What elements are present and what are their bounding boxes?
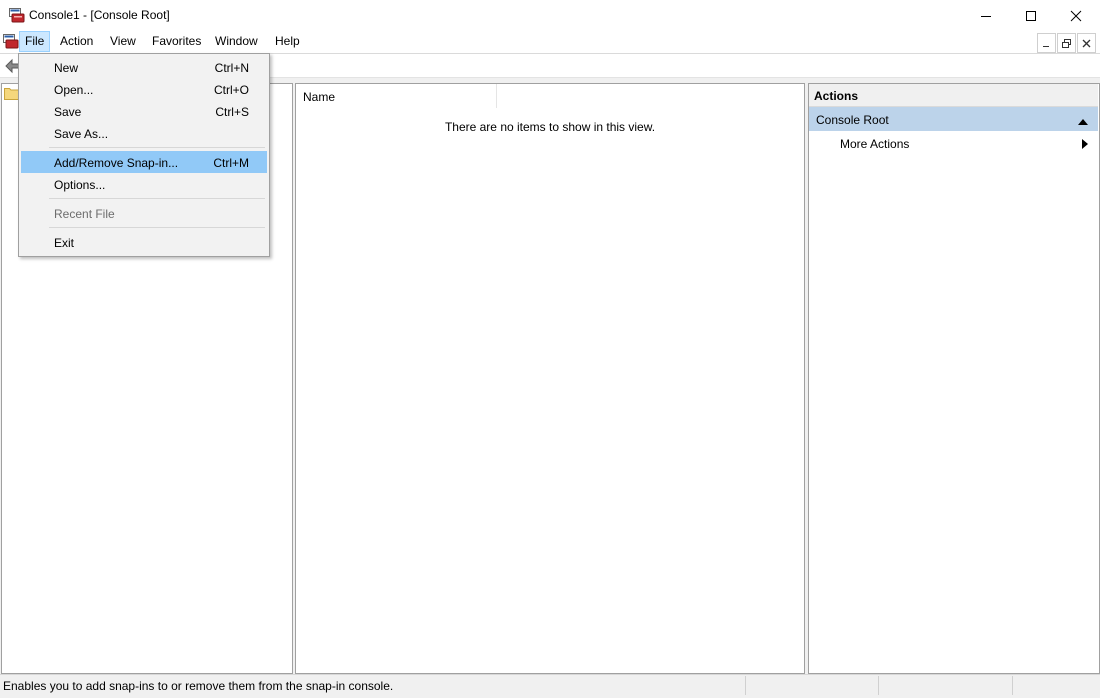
menu-item-label: Save As... [54, 127, 109, 141]
mdi-minimize-button[interactable] [1037, 33, 1056, 53]
status-text: Enables you to add snap-ins to or remove… [3, 679, 394, 693]
close-button[interactable] [1053, 0, 1099, 31]
menu-view[interactable]: View [105, 31, 141, 52]
submenu-arrow-icon[interactable] [1082, 138, 1089, 152]
menu-file[interactable]: File [19, 31, 51, 52]
menu-separator [49, 147, 265, 148]
menu-item-label: Open... [54, 83, 94, 97]
file-menu-open[interactable]: Open... Ctrl+O [21, 78, 267, 100]
menu-item-label: Options... [54, 178, 106, 192]
minimize-icon [981, 15, 991, 17]
menu-item-shortcut: Ctrl+M [213, 156, 249, 170]
menu-item-shortcut: Ctrl+O [213, 83, 249, 97]
maximize-button[interactable] [1008, 0, 1054, 31]
menu-item-shortcut: Ctrl+N [214, 61, 249, 75]
menu-favorites[interactable]: Favorites [147, 31, 206, 52]
maximize-icon [1026, 10, 1036, 21]
column-header-label: Name [303, 90, 336, 104]
menu-item-label: Recent File [54, 207, 115, 221]
file-menu-dropdown: New Ctrl+N Open... Ctrl+O Save Ctrl+S Sa… [18, 53, 270, 257]
window-title: Console1 - [Console Root] [29, 8, 170, 22]
restore-icon [1062, 38, 1071, 48]
file-menu-recent-file: Recent File [21, 202, 267, 224]
more-actions-item[interactable]: More Actions [840, 137, 909, 151]
actions-title: Actions [814, 89, 859, 103]
menu-item-label: Save [54, 105, 82, 119]
menu-separator [49, 198, 265, 199]
menu-item-label: New [54, 61, 79, 75]
close-icon [1082, 39, 1091, 47]
menu-item-label: Exit [54, 236, 75, 250]
close-icon [1070, 10, 1082, 21]
file-menu-save-as[interactable]: Save As... [21, 122, 267, 144]
actions-pane [808, 83, 1100, 674]
mmc-console-icon[interactable] [9, 8, 25, 23]
results-list-pane[interactable] [295, 83, 805, 674]
status-divider [1012, 676, 1013, 695]
file-menu-options[interactable]: Options... [21, 173, 267, 195]
menu-separator [49, 227, 265, 228]
status-divider [745, 676, 746, 695]
minimize-button[interactable] [963, 0, 1009, 31]
menu-item-shortcut: Ctrl+S [215, 105, 249, 119]
collapse-up-icon[interactable] [1078, 114, 1088, 128]
actions-section-label: Console Root [816, 113, 889, 127]
file-menu-save[interactable]: Save Ctrl+S [21, 100, 267, 122]
minimize-icon [1043, 45, 1049, 47]
file-menu-add-remove-snap-in[interactable]: Add/Remove Snap-in... Ctrl+M [21, 151, 267, 173]
file-menu-new[interactable]: New Ctrl+N [21, 56, 267, 78]
mdi-restore-button[interactable] [1057, 33, 1076, 53]
menu-window[interactable]: Window [210, 31, 263, 52]
mdi-window-controls [1036, 33, 1096, 53]
system-menu-icon[interactable] [3, 34, 19, 49]
status-divider [878, 676, 879, 695]
mdi-close-button[interactable] [1077, 33, 1096, 53]
empty-view-message: There are no items to show in this view. [444, 120, 656, 134]
menu-action[interactable]: Action [55, 31, 98, 52]
file-menu-exit[interactable]: Exit [21, 231, 267, 253]
menu-item-label: Add/Remove Snap-in... [54, 156, 179, 170]
menu-help[interactable]: Help [270, 31, 305, 52]
